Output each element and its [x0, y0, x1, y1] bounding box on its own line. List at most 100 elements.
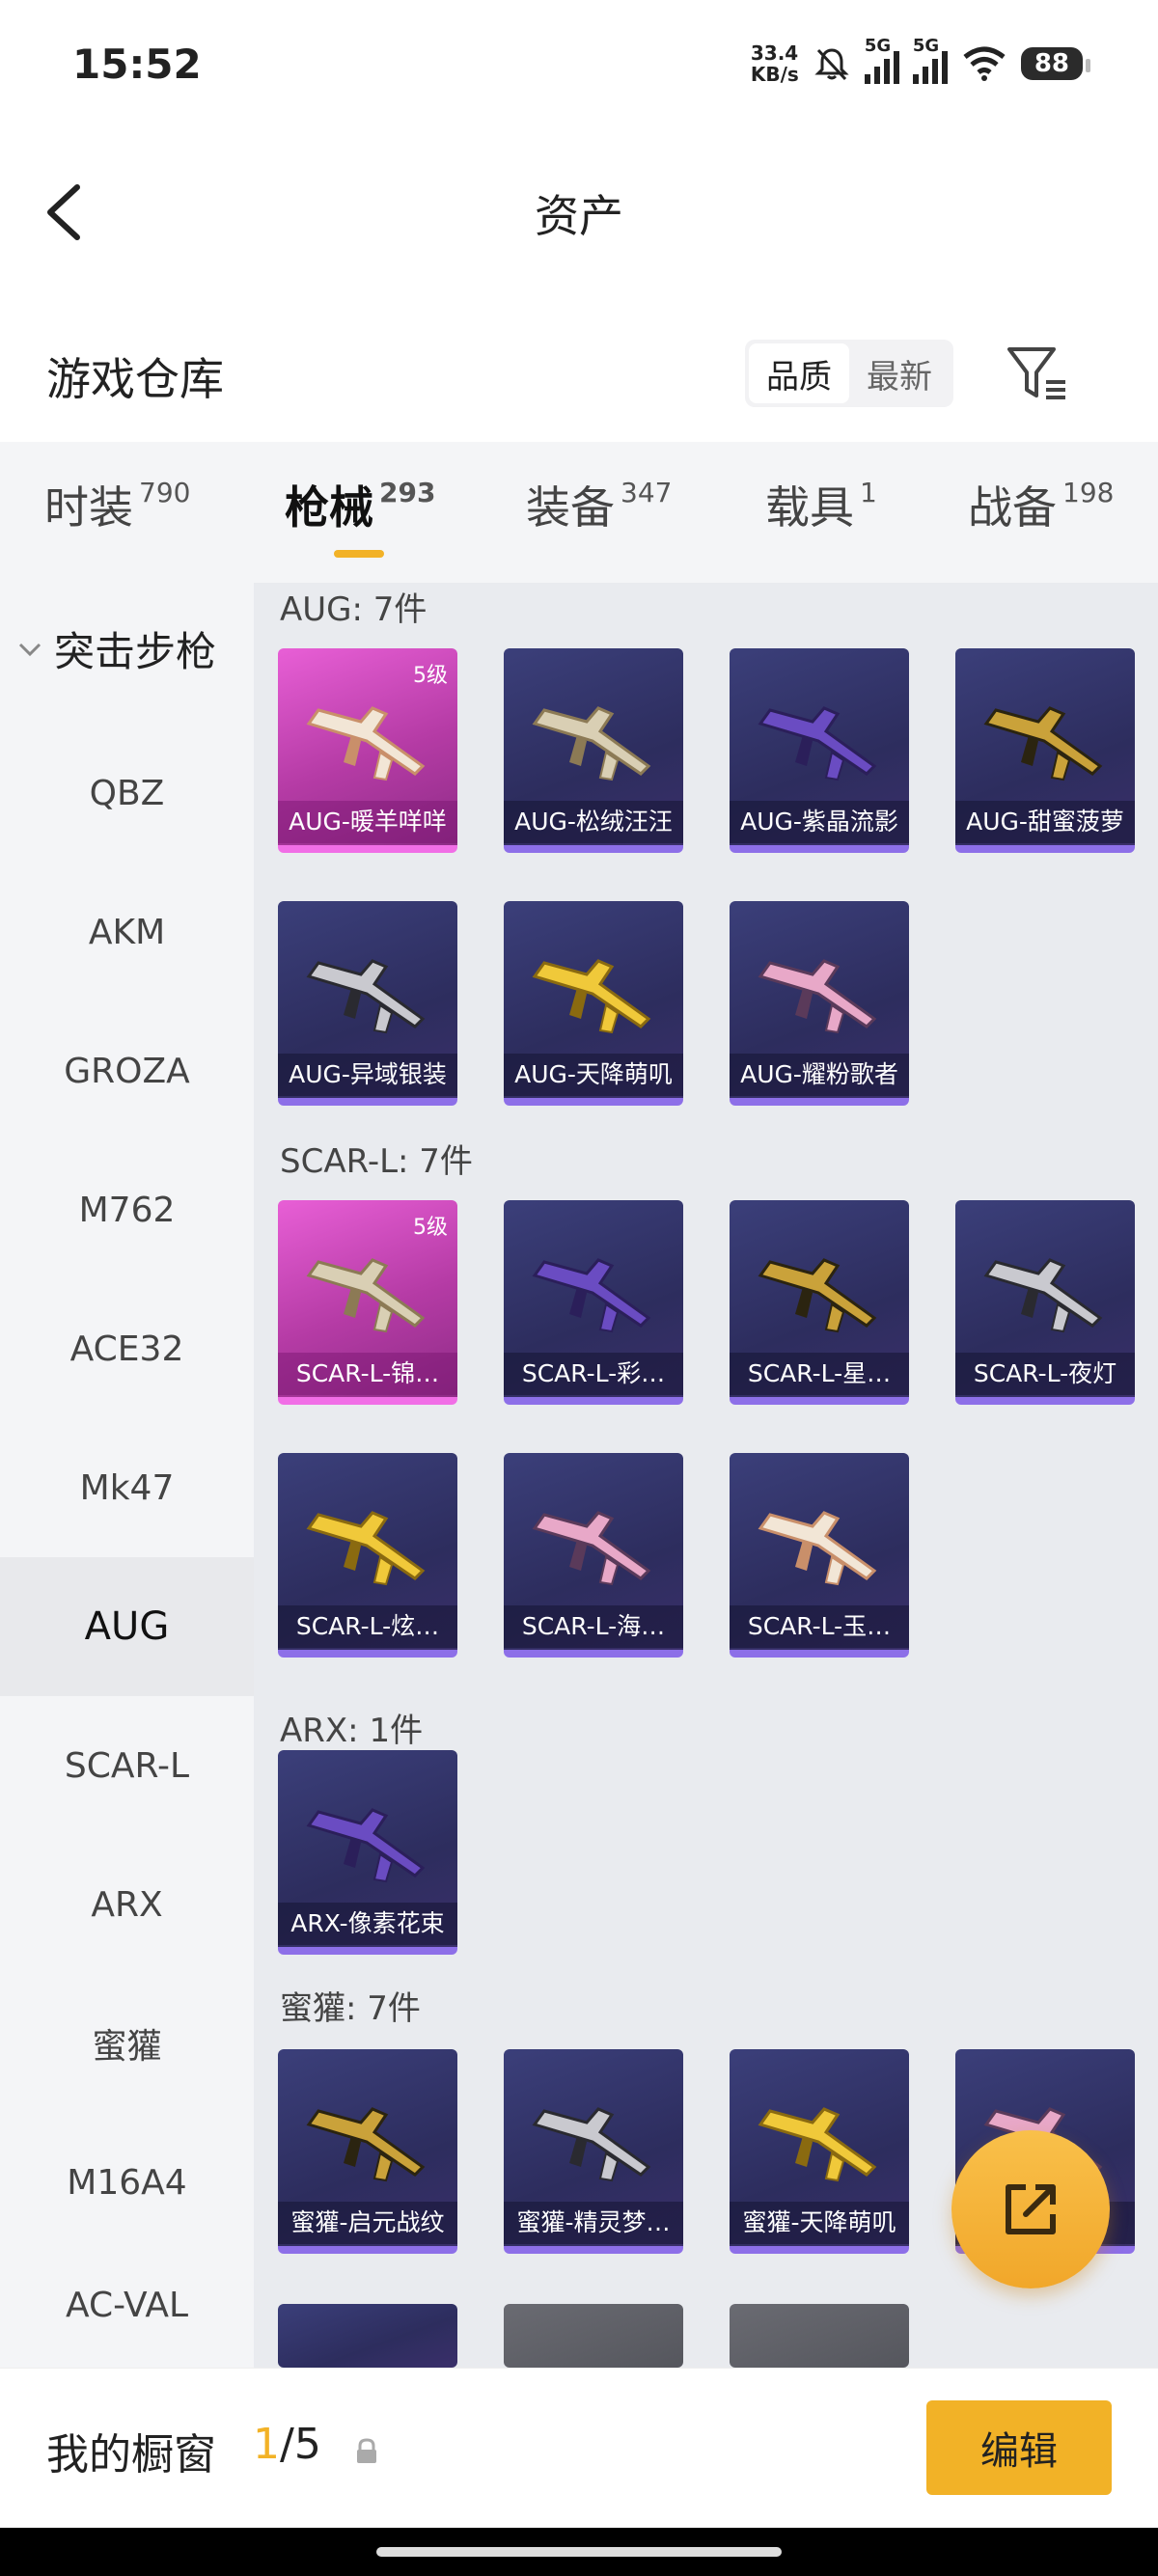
sidebar-item-1[interactable]: AKM: [0, 863, 254, 1001]
signal-bars-icon: [912, 50, 948, 84]
weapon-name: AUG-异域银装: [278, 1054, 457, 1096]
chevron-down-icon: [18, 643, 41, 656]
signal-1: 5G: [864, 36, 899, 89]
status-icons: 33.4 KB/s 5G 5G 88: [750, 36, 1091, 91]
active-tab-indicator: [334, 550, 384, 558]
level-badge: 5级: [413, 664, 448, 688]
weapon-name: AUG-天降萌叽: [504, 1054, 683, 1096]
weapon-icon: [532, 959, 651, 1034]
signal-2: 5G: [912, 36, 948, 89]
tab-vehicles[interactable]: 载具 1: [765, 473, 877, 536]
sidebar-item-3[interactable]: M762: [0, 1140, 254, 1279]
weapon-icon: [758, 2107, 877, 2182]
weapon-icon: [306, 2107, 426, 2182]
weapon-card[interactable]: AUG-异域银装: [278, 901, 457, 1106]
weapon-icon: [532, 1258, 651, 1333]
weapon-name: SCAR-L-海…: [504, 1605, 683, 1648]
sidebar-item-7[interactable]: SCAR-L: [0, 1696, 254, 1835]
weapon-icon: [983, 1258, 1103, 1333]
weapon-card[interactable]: AUG-松绒汪汪: [504, 648, 683, 853]
share-export-icon: [1006, 2184, 1056, 2234]
weapon-card[interactable]: SCAR-L-玉…: [730, 1453, 909, 1658]
weapon-name: AUG-暖羊咩咩: [278, 801, 457, 843]
weapon-icon: [758, 1258, 877, 1333]
weapon-card[interactable]: SCAR-L-夜灯: [955, 1200, 1135, 1405]
mute-bell-icon: [814, 48, 849, 81]
weapon-card[interactable]: SCAR-L-彩…: [504, 1200, 683, 1405]
weapon-name: SCAR-L-炫…: [278, 1605, 457, 1648]
weapon-card[interactable]: AUG-耀粉歌者: [730, 901, 909, 1106]
sidebar-item-10[interactable]: M16A4: [0, 2113, 254, 2252]
sidebar-item-9[interactable]: 蜜獾: [0, 1974, 254, 2113]
weapon-card[interactable]: 5级 AUG-暖羊咩咩: [278, 648, 457, 853]
weapon-name: 蜜獾-启元战纹: [278, 2202, 457, 2244]
sort-newest-button[interactable]: 最新: [849, 343, 950, 403]
weapon-name: 蜜獾-天降萌叽: [730, 2202, 909, 2244]
weapon-icon: [306, 706, 426, 781]
battery-indicator: 88: [1020, 47, 1091, 80]
showcase-label: 我的橱窗: [46, 2430, 216, 2480]
weapon-name: AUG-甜蜜菠萝: [955, 801, 1135, 843]
weapon-icon: [532, 2107, 651, 2182]
showcase-count: 1/5: [253, 2420, 321, 2469]
weapon-name: SCAR-L-星…: [730, 1353, 909, 1395]
weapon-name: 蜜獾-精灵梦…: [504, 2202, 683, 2244]
edit-button[interactable]: 编辑: [926, 2400, 1112, 2495]
weapon-card[interactable]: 蜜獾-启元战纹: [278, 2049, 457, 2254]
tab-supplies[interactable]: 战备 198: [968, 473, 1114, 536]
sidebar-item-2[interactable]: GROZA: [0, 1001, 254, 1140]
tab-equipment[interactable]: 装备 347: [526, 473, 672, 536]
sidebar-item-8[interactable]: ARX: [0, 1835, 254, 1974]
page-title: 资产: [535, 190, 623, 242]
sidebar-item-6[interactable]: AUG: [0, 1557, 254, 1696]
weapon-icon: [306, 959, 426, 1034]
home-indicator[interactable]: [376, 2547, 782, 2557]
tab-firearms[interactable]: 枪械 293: [285, 473, 435, 536]
level-badge: 5级: [413, 1216, 448, 1240]
sort-toggle: 品质 最新: [745, 340, 953, 407]
weapon-card-partial[interactable]: [730, 2304, 909, 2368]
sidebar-group-assault-rifles[interactable]: 突击步枪: [17, 619, 216, 678]
warehouse-title: 游戏仓库: [46, 353, 224, 405]
weapon-name: SCAR-L-锦…: [278, 1353, 457, 1395]
sidebar-item-11[interactable]: AC-VAL: [0, 2252, 254, 2358]
weapon-icon: [758, 706, 877, 781]
lock-icon: [357, 2438, 376, 2463]
network-speed: 33.4 KB/s: [750, 41, 799, 86]
group-label: SCAR-L: 7件: [280, 1142, 473, 1181]
weapon-card[interactable]: AUG-甜蜜菠萝: [955, 648, 1135, 853]
tab-fashion[interactable]: 时装 790: [44, 473, 190, 536]
weapon-name: AUG-紫晶流影: [730, 801, 909, 843]
group-label: 蜜獾: 7件: [280, 1989, 421, 2028]
weapon-icon: [306, 1258, 426, 1333]
weapon-icon: [306, 1511, 426, 1586]
weapon-icon: [532, 706, 651, 781]
weapon-icon: [983, 706, 1103, 781]
weapon-icon: [306, 1808, 426, 1883]
weapon-name: AUG-耀粉歌者: [730, 1054, 909, 1096]
sort-quality-button[interactable]: 品质: [749, 343, 849, 403]
weapon-name: ARX-像素花束: [278, 1903, 457, 1945]
filter-icon[interactable]: [1004, 340, 1071, 407]
weapon-card[interactable]: 蜜獾-天降萌叽: [730, 2049, 909, 2254]
weapon-card-partial[interactable]: [504, 2304, 683, 2368]
weapon-card[interactable]: 蜜獾-精灵梦…: [504, 2049, 683, 2254]
share-button[interactable]: [951, 2130, 1110, 2288]
weapon-name: SCAR-L-玉…: [730, 1605, 909, 1648]
weapon-card[interactable]: 5级 SCAR-L-锦…: [278, 1200, 457, 1405]
group-label: ARX: 1件: [280, 1712, 424, 1750]
weapon-card[interactable]: ARX-像素花束: [278, 1750, 457, 1955]
weapon-card[interactable]: AUG-天降萌叽: [504, 901, 683, 1106]
weapon-card-partial[interactable]: [278, 2304, 457, 2368]
weapon-card[interactable]: SCAR-L-海…: [504, 1453, 683, 1658]
sidebar-item-5[interactable]: Mk47: [0, 1418, 254, 1557]
weapon-icon: [532, 1511, 651, 1586]
group-label: AUG: 7件: [280, 590, 427, 629]
sidebar-item-0[interactable]: QBZ: [0, 724, 254, 863]
wifi-icon: [963, 46, 1006, 81]
weapon-card[interactable]: SCAR-L-星…: [730, 1200, 909, 1405]
weapon-card[interactable]: AUG-紫晶流影: [730, 648, 909, 853]
sidebar-item-4[interactable]: ACE32: [0, 1279, 254, 1418]
weapon-card[interactable]: SCAR-L-炫…: [278, 1453, 457, 1658]
weapon-icon: [758, 1511, 877, 1586]
